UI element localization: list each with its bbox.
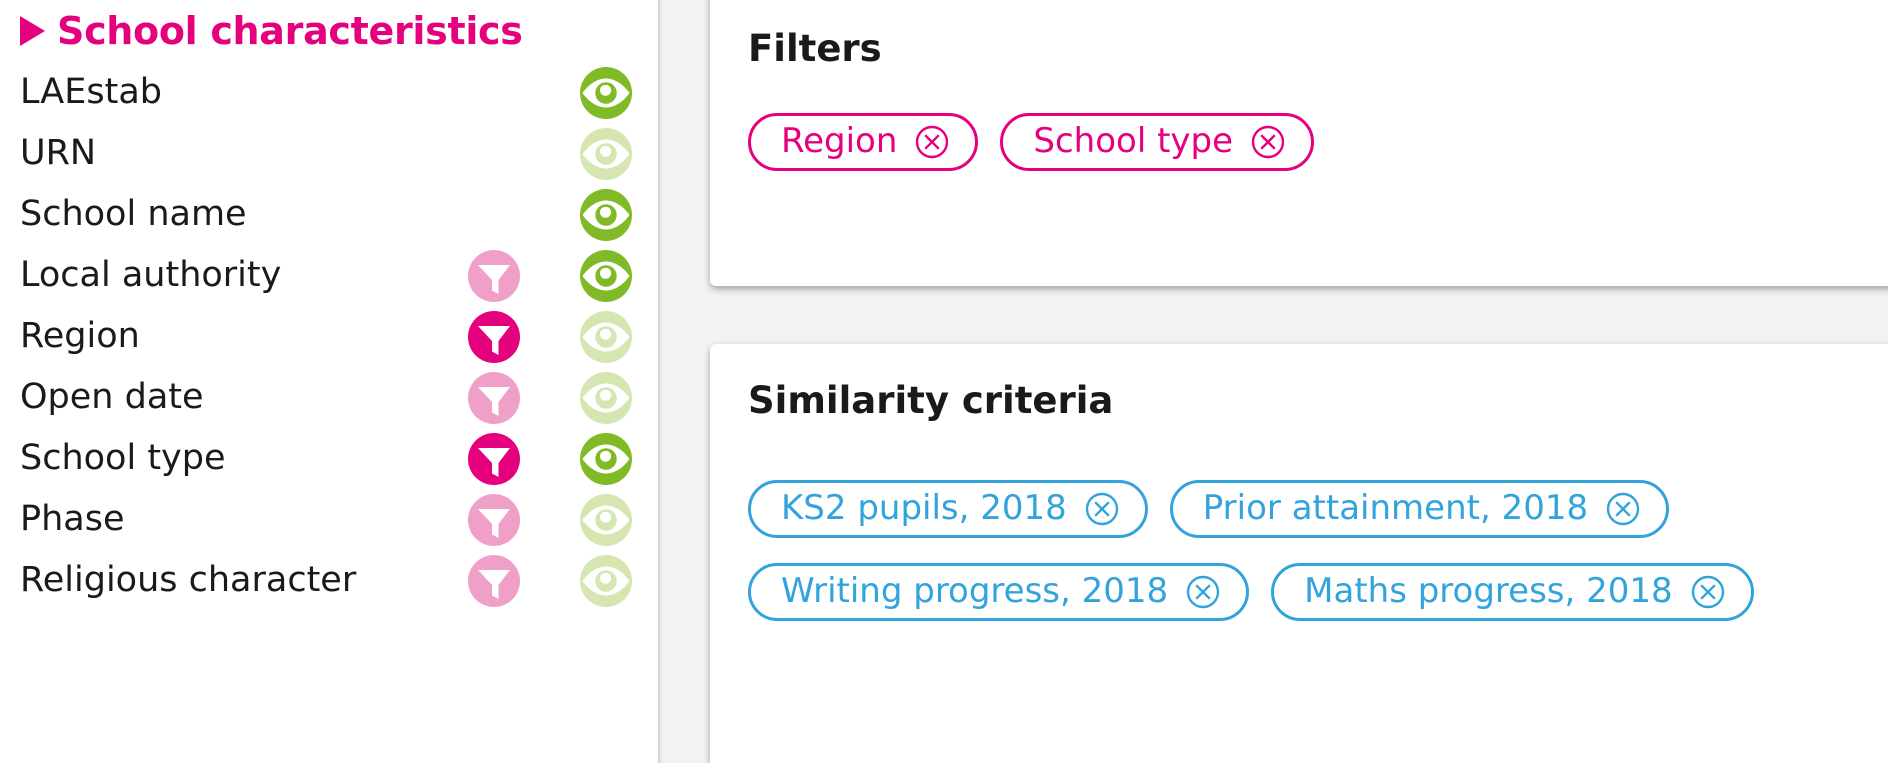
funnel-icon[interactable] xyxy=(468,371,520,424)
field-label: Local authority xyxy=(20,255,282,295)
chip[interactable]: Region xyxy=(748,113,979,171)
similarity-criteria-card: Similarity criteria KS2 pupils, 2018 Prio… xyxy=(710,344,1888,763)
funnel-icon[interactable] xyxy=(468,310,520,363)
field-group-title: School characteristics xyxy=(57,9,523,53)
chip-label: KS2 pupils, 2018 xyxy=(781,488,1067,528)
eye-icon[interactable] xyxy=(580,432,632,485)
chip-label: Maths progress, 2018 xyxy=(1304,571,1673,611)
close-circle-icon[interactable] xyxy=(1691,575,1725,609)
close-circle-icon[interactable] xyxy=(915,125,949,159)
similarity-card-title: Similarity criteria xyxy=(748,379,1114,422)
field-row[interactable]: Religious character xyxy=(0,550,658,611)
field-label: Phase xyxy=(20,499,125,539)
field-row[interactable]: School name xyxy=(0,184,658,245)
eye-icon[interactable] xyxy=(580,493,632,546)
field-label: URN xyxy=(20,133,97,173)
eye-icon[interactable] xyxy=(580,310,632,363)
field-row[interactable]: URN xyxy=(0,123,658,184)
field-rows-container: LAEstab URN School name Local authority Regi… xyxy=(0,62,658,611)
filters-card-title: Filters xyxy=(748,27,882,70)
field-group-header-school-characteristics[interactable]: School characteristics xyxy=(0,0,658,62)
funnel-icon[interactable] xyxy=(468,554,520,607)
close-circle-icon[interactable] xyxy=(1085,492,1119,526)
field-row[interactable]: LAEstab xyxy=(0,62,658,123)
right-content-area: Filters Region School type Similarity cri… xyxy=(668,0,1888,763)
chip[interactable]: KS2 pupils, 2018 xyxy=(748,480,1148,538)
chip[interactable]: Prior attainment, 2018 xyxy=(1169,480,1670,538)
field-row[interactable]: Phase xyxy=(0,489,658,550)
similarity-chip-row-2: Writing progress, 2018 Maths progress, 20… xyxy=(748,563,1776,621)
chip-label: Region xyxy=(781,121,898,161)
app-root: School characteristics LAEstab URN School … xyxy=(0,0,1888,763)
eye-icon[interactable] xyxy=(580,188,632,241)
field-row[interactable]: Region xyxy=(0,306,658,367)
filters-card: Filters Region School type xyxy=(710,0,1888,286)
eye-icon[interactable] xyxy=(580,127,632,180)
field-row[interactable]: School type xyxy=(0,428,658,489)
field-label: Region xyxy=(20,316,140,356)
caret-right-icon[interactable] xyxy=(20,16,45,46)
chip-label: School type xyxy=(1033,121,1234,161)
field-label: Religious character xyxy=(20,560,357,600)
chip[interactable]: Writing progress, 2018 xyxy=(748,563,1250,621)
field-label: School name xyxy=(20,194,247,234)
chip-label: Prior attainment, 2018 xyxy=(1202,488,1589,528)
panel-divider xyxy=(658,0,668,763)
filters-chip-row: Region School type xyxy=(748,113,1336,171)
funnel-icon[interactable] xyxy=(468,249,520,302)
field-label: LAEstab xyxy=(20,72,162,112)
eye-icon[interactable] xyxy=(580,249,632,302)
eye-icon[interactable] xyxy=(580,66,632,119)
chip-label: Writing progress, 2018 xyxy=(781,571,1169,611)
field-list-panel: School characteristics LAEstab URN School … xyxy=(0,0,658,763)
close-circle-icon[interactable] xyxy=(1606,492,1640,526)
chip[interactable]: School type xyxy=(1000,113,1315,171)
field-label: Open date xyxy=(20,377,204,417)
field-list: School characteristics LAEstab URN School … xyxy=(0,0,658,611)
funnel-icon[interactable] xyxy=(468,493,520,546)
field-label: School type xyxy=(20,438,226,478)
close-circle-icon[interactable] xyxy=(1251,125,1285,159)
eye-icon[interactable] xyxy=(580,554,632,607)
funnel-icon[interactable] xyxy=(468,432,520,485)
field-row[interactable]: Open date xyxy=(0,367,658,428)
eye-icon[interactable] xyxy=(580,371,632,424)
close-circle-icon[interactable] xyxy=(1186,575,1220,609)
chip[interactable]: Maths progress, 2018 xyxy=(1271,563,1754,621)
field-row[interactable]: Local authority xyxy=(0,245,658,306)
similarity-chip-row-1: KS2 pupils, 2018 Prior attainment, 2018 xyxy=(748,480,1691,538)
